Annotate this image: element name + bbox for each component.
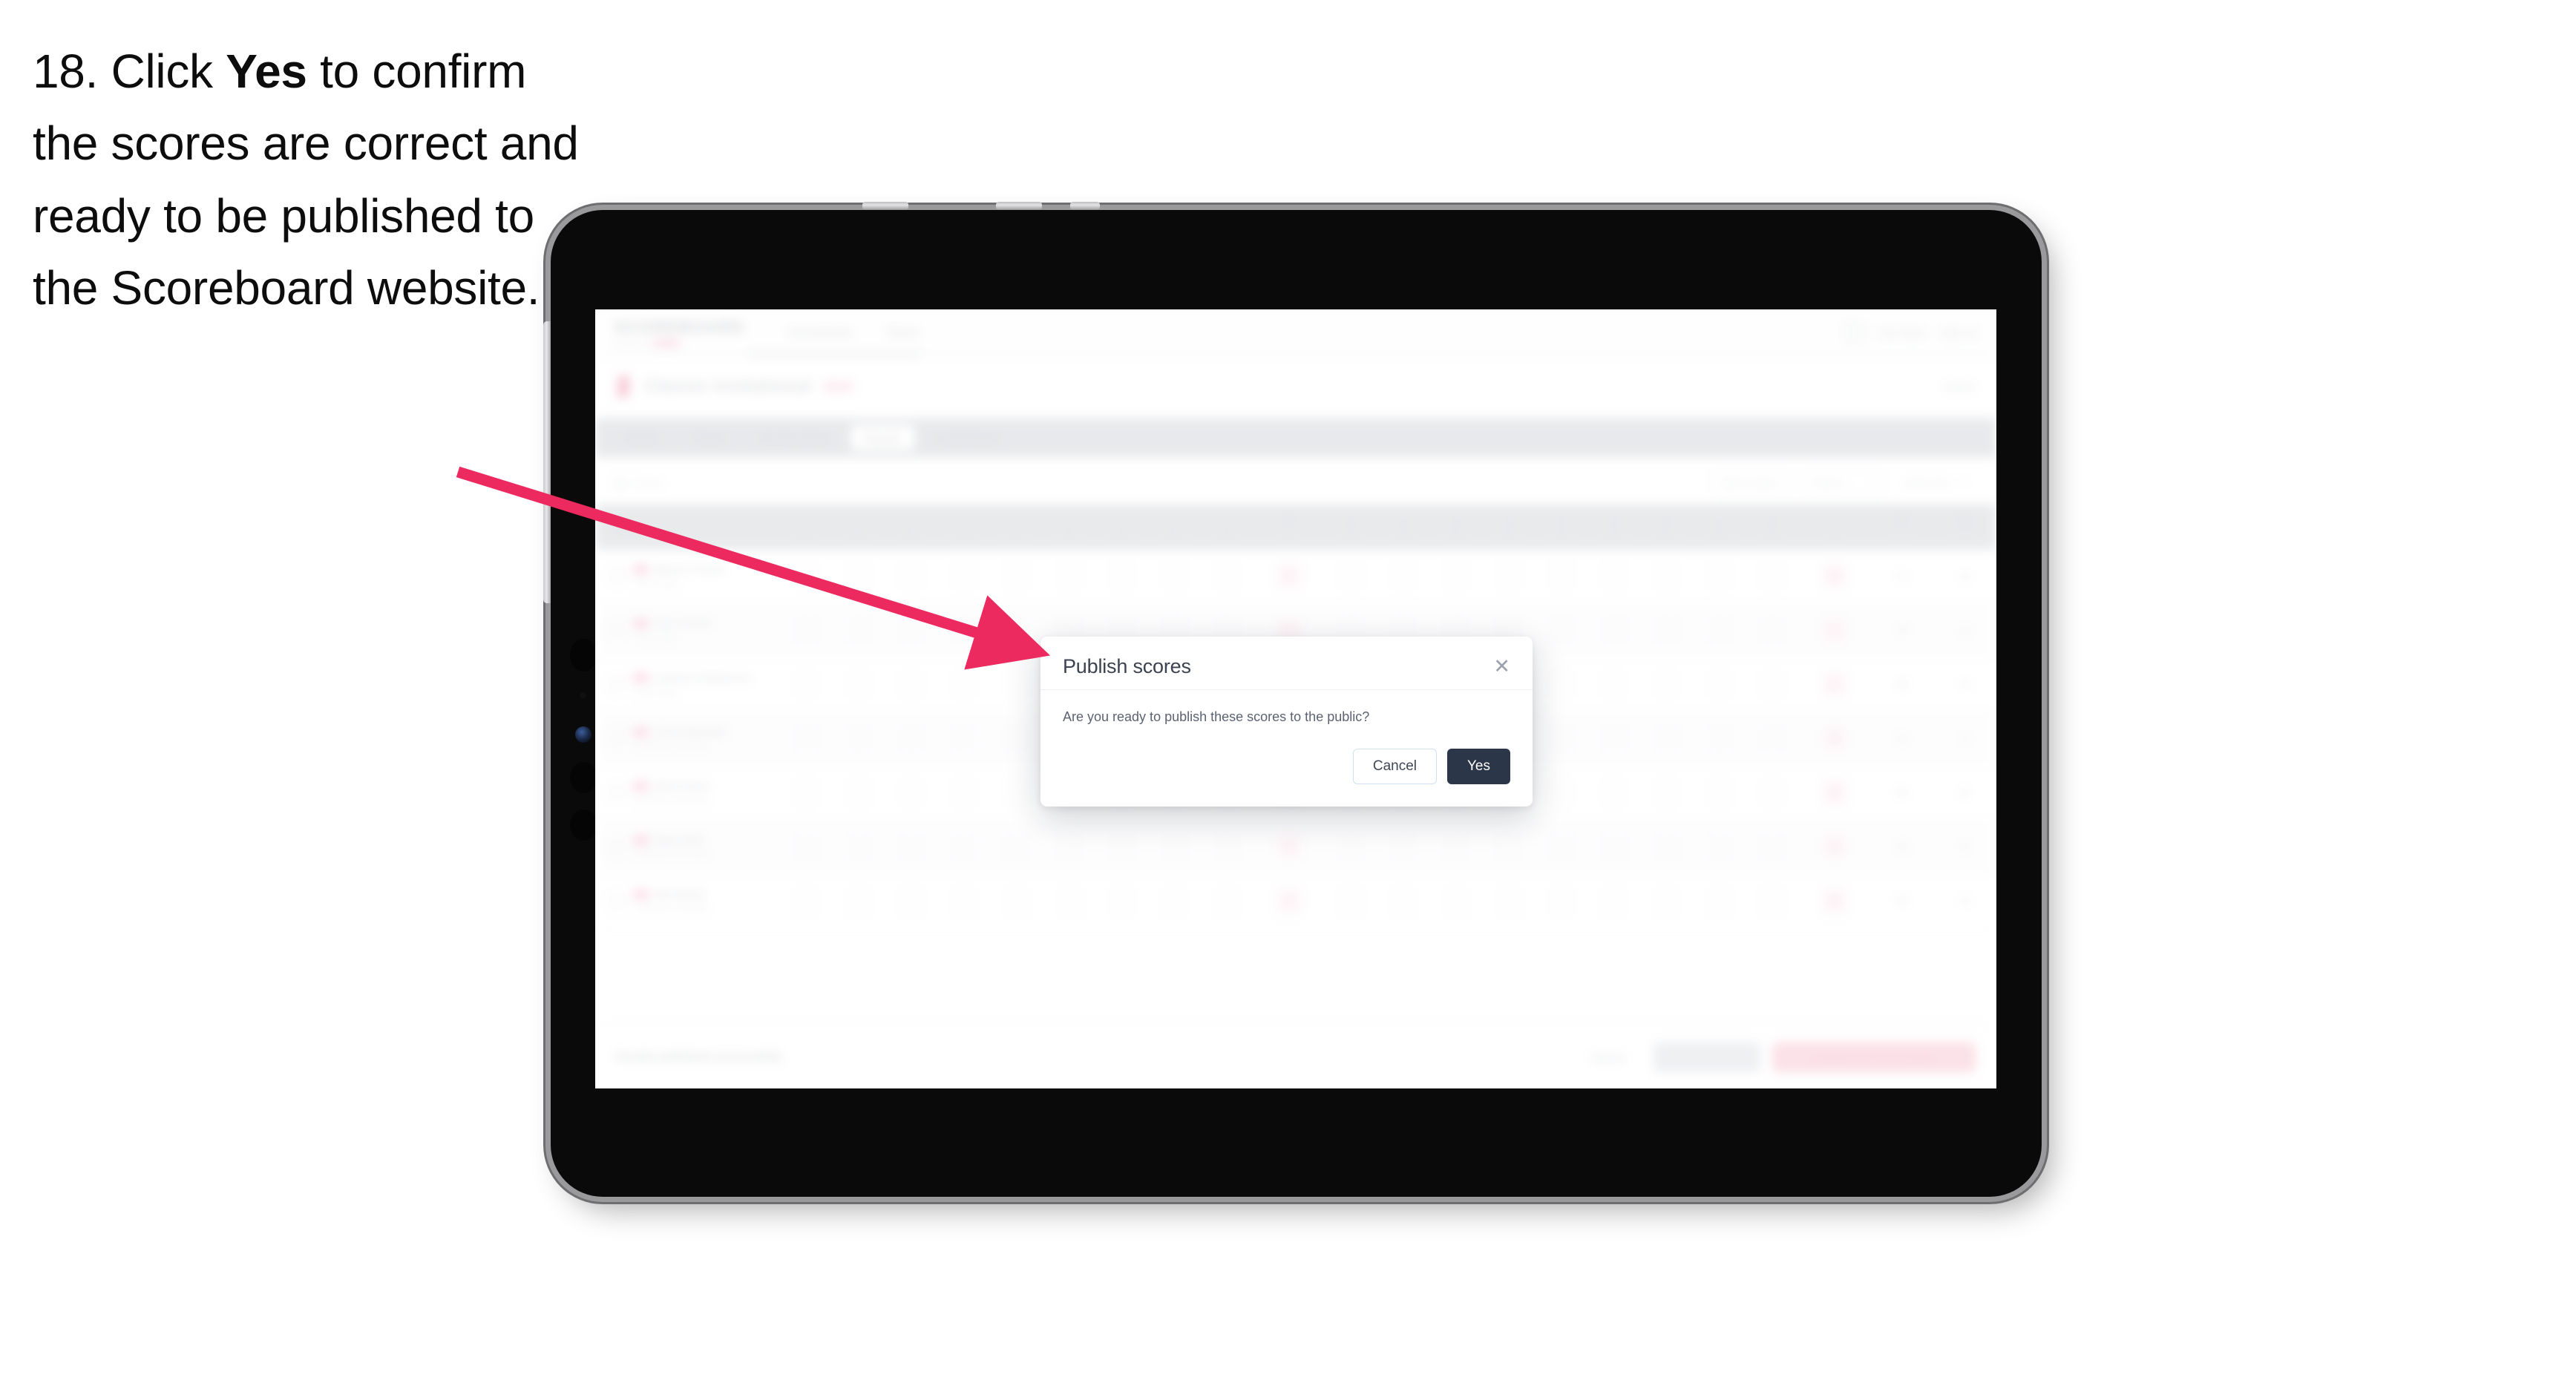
instruction-pre: Click xyxy=(111,45,213,98)
dialog-message: Are you ready to publish these scores to… xyxy=(1063,709,1370,724)
instruction-text: 18. Click Yes to confirm the scores are … xyxy=(33,36,597,324)
instruction-emphasis: Yes xyxy=(226,45,307,98)
device-speaker-icon xyxy=(570,809,597,841)
dialog-actions: Cancel Yes xyxy=(1040,732,1533,807)
dialog-header: Publish scores ✕ xyxy=(1040,637,1533,690)
cancel-button[interactable]: Cancel xyxy=(1352,749,1437,785)
device-side-rail xyxy=(543,321,551,603)
device-button-volume-down[interactable] xyxy=(996,202,1042,210)
device-sensor-icon xyxy=(580,692,586,699)
device-camera-icon xyxy=(575,726,591,743)
instruction-step: 18. xyxy=(33,45,99,98)
yes-button[interactable]: Yes xyxy=(1447,749,1510,785)
device-speaker-icon xyxy=(570,639,597,671)
tablet-device: SCOREBOARD Powered by Sport Tournaments … xyxy=(543,202,2042,1197)
dialog-title: Publish scores xyxy=(1063,655,1191,677)
publish-scores-dialog: Publish scores ✕ Are you ready to publis… xyxy=(1040,637,1533,807)
device-button-power[interactable] xyxy=(1070,202,1100,210)
close-icon[interactable]: ✕ xyxy=(1493,657,1510,677)
device-button-volume-up[interactable] xyxy=(862,202,908,210)
device-speaker-icon xyxy=(570,762,597,793)
device-screen: SCOREBOARD Powered by Sport Tournaments … xyxy=(595,309,1996,1088)
